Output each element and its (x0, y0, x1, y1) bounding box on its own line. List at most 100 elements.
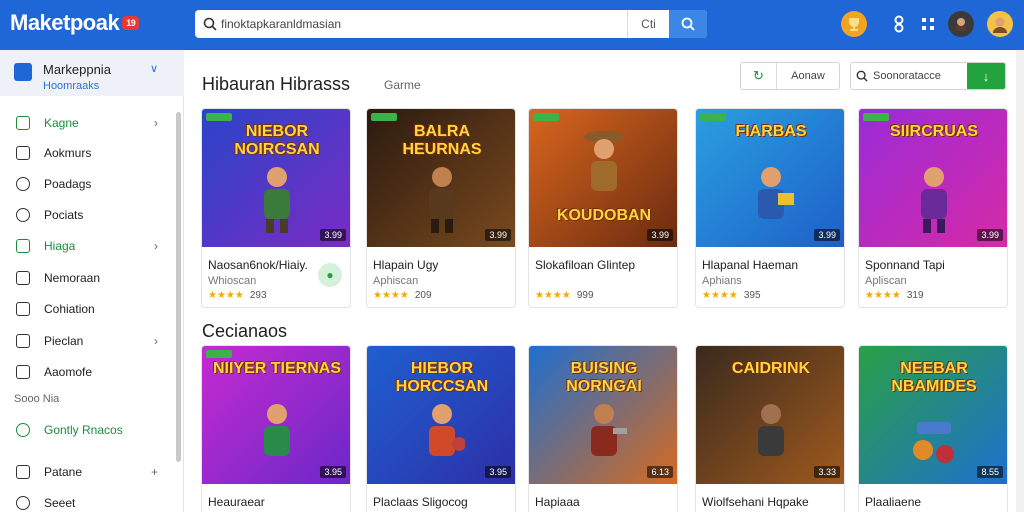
game-thumbnail[interactable]: BUISING NORNGAI 6.13 (529, 346, 677, 484)
folder-icon (16, 334, 30, 348)
price-badge: 3.99 (647, 229, 673, 241)
page-scrollbar[interactable] (1016, 50, 1024, 512)
search-submit-button[interactable] (669, 10, 707, 38)
gift-icon (16, 423, 30, 437)
home-icon (16, 116, 30, 130)
game-card[interactable]: NIIYER TIERNAS 3.95 Heauraear (201, 345, 351, 512)
sidebar-item-7[interactable]: Pieclan › (0, 328, 176, 354)
game-thumbnail[interactable]: SIIRCRUAS 3.99 (859, 109, 1007, 247)
filter-button[interactable]: ↻ Aonaw (740, 62, 840, 90)
sidebar-bottom-item-0[interactable]: Patane + (0, 459, 176, 485)
chevron-right-icon: › (154, 116, 158, 130)
character-figure (591, 404, 627, 456)
thumbnail-title: BALRA HEURNAS (402, 123, 482, 158)
main-content: Hibauran Hibrasss Garme ↻ Aonaw Soonorat… (184, 50, 1024, 512)
game-thumbnail[interactable]: NEEBAR NBAMIDES 8.55 (859, 346, 1007, 484)
lock-icon[interactable]: ● (318, 263, 342, 287)
section-subtitle[interactable]: Garme (384, 78, 421, 92)
sidebar-item-3[interactable]: Pociats (0, 202, 176, 228)
tag-badge (371, 113, 397, 121)
game-thumbnail[interactable]: FIARBAS 3.99 (696, 109, 844, 247)
document-icon (16, 271, 30, 285)
game-title: Wiolfsehani Hqpake (702, 495, 809, 509)
store-search-go-button[interactable]: ↓ (967, 63, 1005, 89)
sidebar-section-label: Sooo Nia (14, 393, 60, 405)
sidebar-item-5[interactable]: Nemoraan (0, 265, 176, 291)
rating-count: 293 (249, 290, 267, 301)
sidebar-item-label: Aokmurs (44, 146, 92, 160)
trophy-icon[interactable] (841, 11, 867, 37)
thumbnail-title: NEEBAR NBAMIDES (891, 360, 977, 395)
store-search[interactable]: Soonoratacce ↓ (850, 62, 1006, 90)
game-card[interactable]: BUISING NORNGAI 6.13 Hapiaaa (528, 345, 678, 512)
thumbnail-title: NIEBOR NOIRCSAN (234, 123, 320, 158)
thumbnail-title: BUISING NORNGAI (566, 360, 642, 395)
sidebar-item-8[interactable]: Aaomofe (0, 359, 176, 385)
game-card[interactable]: NEEBAR NBAMIDES 8.55 Plaaliaene (858, 345, 1008, 512)
sidebar-item-label: Nemoraan (44, 271, 101, 285)
game-card[interactable]: FIARBAS 3.99 Hlapanal Haeman Aphians ★★★★… (695, 108, 845, 308)
sidebar: Markeppnia Hoomraaks ∨ Kagne › Aokmurs P… (0, 50, 184, 512)
price-badge: 3.99 (485, 229, 511, 241)
sidebar-item-label: Aaomofe (44, 365, 93, 379)
sidebar-item-0[interactable]: Kagne › (0, 110, 176, 136)
game-thumbnail[interactable]: NIEBOR NOIRCSAN 3.99 (202, 109, 350, 247)
game-thumbnail[interactable]: KOUDOBAN 3.99 (529, 109, 677, 247)
game-thumbnail[interactable]: CAIDRINK 3.33 (696, 346, 844, 484)
sidebar-item-label: Pociats (44, 208, 84, 222)
thumbnail-title: HIEBOR HORCCSAN (395, 360, 489, 395)
game-title: Sponnand Tapi (865, 258, 945, 272)
game-card[interactable]: NIEBOR NOIRCSAN 3.99 Naosan6nok/Hiaiy. Wh… (201, 108, 351, 308)
sidebar-header[interactable]: Markeppnia Hoomraaks ∨ (0, 50, 184, 96)
chat-icon (16, 177, 30, 191)
chevron-down-icon[interactable]: ∨ (150, 62, 158, 75)
apps-icon[interactable] (915, 11, 941, 37)
sidebar-green-link[interactable]: Gontly Rnacos (0, 417, 176, 443)
game-publisher: Aphiscan (373, 275, 419, 287)
search-input[interactable] (221, 11, 627, 37)
sidebar-item-label: Poadags (44, 177, 92, 191)
game-card[interactable]: KOUDOBAN 3.99 Slokafiloan Glintep ★★★★ 999 (528, 108, 678, 308)
sidebar-title: Markeppnia (43, 62, 111, 77)
sidebar-bottom-item-1[interactable]: Seeet (0, 490, 176, 512)
sidebar-scrollbar[interactable] (176, 112, 181, 462)
game-card[interactable]: CAIDRINK 3.33 Wiolfsehani Hqpake (695, 345, 845, 512)
price-badge: 3.95 (485, 466, 511, 478)
logo-badge: 19 (122, 16, 140, 30)
game-publisher: Apliscan (865, 275, 907, 287)
game-thumbnail[interactable]: HIEBOR HORCCSAN 3.95 (367, 346, 515, 484)
sidebar-item-6[interactable]: Cohiation (0, 296, 176, 322)
chevron-right-icon: › (154, 239, 158, 253)
game-card[interactable]: BALRA HEURNAS 3.99 Hlapain Ugy Aphiscan ★… (366, 108, 516, 308)
game-publisher: Whioscan (208, 275, 257, 287)
game-title: Hapiaaa (535, 495, 580, 509)
notification-icon[interactable] (948, 11, 974, 37)
sidebar-item-1[interactable]: Aokmurs (0, 140, 176, 166)
app-logo[interactable]: Maketpoak 19 (10, 10, 140, 36)
star-rating: ★★★★ 395 (702, 290, 761, 301)
calendar-icon (16, 146, 30, 160)
game-thumbnail[interactable]: NIIYER TIERNAS 3.95 (202, 346, 350, 484)
price-badge: 3.99 (814, 229, 840, 241)
sidebar-item-label: Seeet (44, 496, 76, 510)
sidebar-item-4[interactable]: Hiaga › (0, 233, 176, 259)
game-thumbnail[interactable]: BALRA HEURNAS 3.99 (367, 109, 515, 247)
character-figure (758, 404, 784, 456)
character-figure (758, 167, 794, 219)
star-rating: ★★★★ 293 (208, 290, 267, 301)
grid-icon[interactable] (886, 11, 912, 37)
plus-icon[interactable]: + (151, 465, 158, 479)
search-clear-button[interactable]: Cti (627, 10, 669, 38)
store-search-label: Soonoratacce (873, 70, 941, 82)
store-icon (14, 63, 32, 81)
game-card[interactable]: HIEBOR HORCCSAN 3.95 Placlaas Sligocog (366, 345, 516, 512)
price-badge: 6.13 (647, 466, 673, 478)
avatar[interactable] (987, 11, 1013, 37)
tag-badge (863, 113, 889, 121)
tag-badge (206, 350, 232, 358)
star-rating: ★★★★ 999 (535, 290, 594, 301)
thumbnail-title: FIARBAS (735, 123, 807, 140)
game-card[interactable]: SIIRCRUAS 3.99 Sponnand Tapi Apliscan ★★★… (858, 108, 1008, 308)
game-publisher: Aphians (702, 275, 742, 287)
sidebar-item-2[interactable]: Poadags (0, 171, 176, 197)
